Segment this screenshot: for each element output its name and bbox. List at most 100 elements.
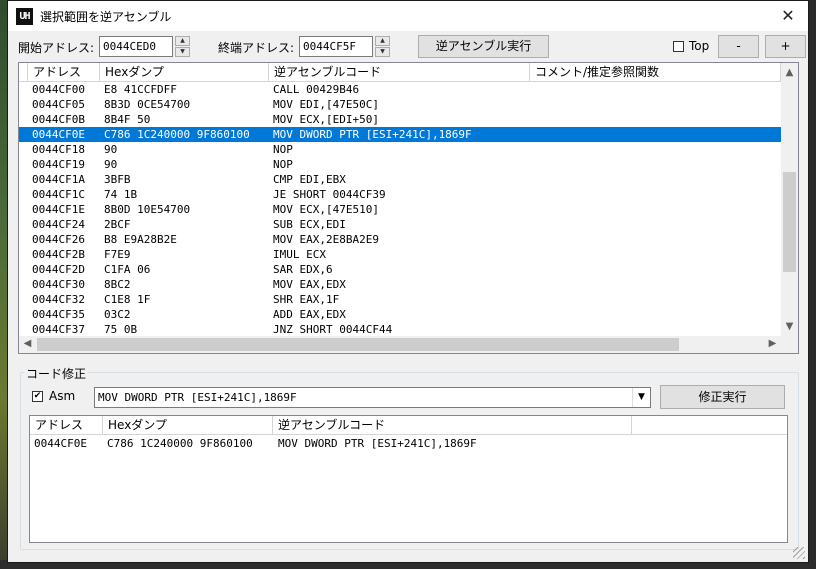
scroll-up-arrow[interactable]: ▲ [781,65,798,81]
code-input-value[interactable]: MOV DWORD PTR [ESI+241C],1869F [98,388,297,407]
address-cell: 0044CF24 [32,218,85,231]
hex-cell: C786 1C240000 9F860100 [104,128,250,141]
result-column-header-disasm[interactable]: 逆アセンブルコード [273,416,632,434]
result-list-header: アドレス Hexダンプ 逆アセンブルコード [30,416,787,435]
column-header-hex[interactable]: Hexダンプ [100,63,269,81]
column-header-comment[interactable]: コメント/推定参照関数 [530,63,781,81]
scroll-left-arrow[interactable]: ◀ [19,336,36,352]
address-cell: 0044CF35 [32,308,85,321]
resize-grip[interactable] [793,547,805,559]
asm-checkbox[interactable]: ✔ [32,391,43,402]
disasm-cell: CMP EDI,EBX [273,173,346,186]
code-edit-group-title: コード修正 [24,365,89,382]
column-header-disasm[interactable]: 逆アセンブルコード [269,63,530,81]
table-row[interactable]: 0044CF0B 8B4F 50 MOV ECX,[EDI+50] [19,112,781,127]
disassembly-list-header: アドレス Hexダンプ 逆アセンブルコード コメント/推定参照関数 [19,63,781,82]
table-row[interactable]: 0044CF1A 3BFB CMP EDI,EBX [19,172,781,187]
disasm-cell: MOV EAX,EDX [273,278,346,291]
hex-cell: 3BFB [104,173,131,186]
table-row[interactable]: 0044CF0E C786 1C240000 9F860100 MOV DWORD … [19,127,781,142]
code-input-combobox[interactable]: MOV DWORD PTR [ESI+241C],1869F ▼ [94,387,651,408]
table-row[interactable]: 0044CF1C 74 1B JE SHORT 0044CF39 [19,187,781,202]
hex-cell: 90 [104,143,118,156]
end-address-spinner: 0044CF5F ▲ ▼ [299,36,392,57]
disasm-cell: NOP [273,143,293,156]
result-list[interactable]: アドレス Hexダンプ 逆アセンブルコード 0044CF0E C786 1C240… [29,415,788,543]
hex-cell: C1E8 1F [104,293,151,306]
start-spin-up-button[interactable]: ▲ [175,36,190,46]
hex-cell: C1FA 06 [104,263,151,276]
vertical-scrollbar[interactable]: ▲ ▼ [781,63,798,336]
disasm-cell: ADD EAX,EDX [273,308,346,321]
disasm-cell: SUB ECX,EDI [273,218,346,231]
end-spin-up-button[interactable]: ▲ [375,36,390,46]
table-row[interactable]: 0044CF37 75 0B JNZ SHORT 0044CF44 [19,322,781,337]
hex-cell: 74 1B [104,188,138,201]
end-address-label: 終端アドレス: [218,41,295,55]
address-cell: 0044CF18 [32,143,85,156]
table-row[interactable]: 0044CF2D C1FA 06 SAR EDX,6 [19,262,781,277]
chevron-down-icon[interactable]: ▼ [632,388,650,407]
table-row[interactable]: 0044CF26 B8 E9A28B2E MOV EAX,2E8BA2E9 [19,232,781,247]
apply-fix-button[interactable]: 修正実行 [660,385,785,409]
hex-cell: 75 0B [104,323,138,336]
address-cell: 0044CF1C [32,188,85,201]
result-column-header-address[interactable]: アドレス [30,416,103,434]
disasm-cell: MOV EDI,[47E50C] [273,98,379,111]
start-spin-down-button[interactable]: ▼ [175,47,190,57]
table-row[interactable]: 0044CF35 03C2 ADD EAX,EDX [19,307,781,322]
disasm-cell: MOV ECX,[47E510] [273,203,379,216]
column-header-address[interactable]: アドレス [28,63,100,81]
table-row[interactable]: 0044CF19 90 NOP [19,157,781,172]
table-row[interactable]: 0044CF00 E8 41CCFDFF CALL 00429B46 [19,82,781,97]
table-row[interactable]: 0044CF30 8BC2 MOV EAX,EDX [19,277,781,292]
scroll-corner [781,336,798,353]
end-spin-down-button[interactable]: ▼ [375,47,390,57]
top-checkbox[interactable] [673,41,684,52]
plus-button[interactable]: + [765,35,806,58]
disasm-cell: NOP [273,158,293,171]
table-row[interactable]: 0044CF32 C1E8 1F SHR EAX,1F [19,292,781,307]
disasm-cell: CALL 00429B46 [273,83,360,96]
table-row[interactable]: 0044CF24 2BCF SUB ECX,EDI [19,217,781,232]
horizontal-scroll-thumb[interactable] [37,338,679,351]
horizontal-scrollbar[interactable]: ◀ ▶ [19,336,781,353]
app-icon: UH [16,8,33,25]
title-bar: UH 選択範囲を逆アセンブル ✕ [8,1,808,31]
close-button[interactable]: ✕ [768,1,808,31]
disasm-cell: MOV ECX,[EDI+50] [273,113,379,126]
scroll-right-arrow[interactable]: ▶ [764,336,781,352]
scroll-down-arrow[interactable]: ▼ [781,319,798,335]
address-cell: 0044CF1E [32,203,85,216]
disassemble-dialog: UH 選択範囲を逆アセンブル ✕ 開始アドレス: 0044CED0 ▲ ▼ 終端… [7,0,809,563]
hex-cell: F7E9 [104,248,131,261]
table-row[interactable]: 0044CF1E 8B0D 10E54700 MOV ECX,[47E510] [19,202,781,217]
hex-cell: 8B4F 50 [104,113,151,126]
result-address-cell: 0044CF0E [34,437,87,450]
result-disasm-cell: MOV DWORD PTR [ESI+241C],1869F [278,437,477,450]
hex-cell: 03C2 [104,308,131,321]
result-hex-cell: C786 1C240000 9F860100 [107,437,253,450]
disasm-cell: JE SHORT 0044CF39 [273,188,386,201]
result-row[interactable]: 0044CF0E C786 1C240000 9F860100 MOV DWORD … [30,436,787,451]
start-address-label: 開始アドレス: [18,41,95,55]
start-address-spinner: 0044CED0 ▲ ▼ [99,36,192,57]
table-row[interactable]: 0044CF2B F7E9 IMUL ECX [19,247,781,262]
address-cell: 0044CF19 [32,158,85,171]
address-cell: 0044CF37 [32,323,85,336]
table-row[interactable]: 0044CF18 90 NOP [19,142,781,157]
end-address-input[interactable]: 0044CF5F [299,36,373,57]
address-cell: 0044CF26 [32,233,85,246]
start-address-input[interactable]: 0044CED0 [99,36,173,57]
asm-label: Asm [49,389,76,403]
vertical-scroll-thumb[interactable] [783,172,796,272]
minus-button[interactable]: - [718,35,759,58]
result-column-header-extra[interactable] [632,416,787,434]
disassemble-button[interactable]: 逆アセンブル実行 [418,35,549,58]
table-row[interactable]: 0044CF05 8B3D 0CE54700 MOV EDI,[47E50C] [19,97,781,112]
disasm-cell: MOV DWORD PTR [ESI+241C],1869F [273,128,472,141]
result-column-header-hex[interactable]: Hexダンプ [103,416,273,434]
address-cell: 0044CF32 [32,293,85,306]
disassembly-list[interactable]: アドレス Hexダンプ 逆アセンブルコード コメント/推定参照関数 0044CF… [18,62,799,354]
hex-cell: E8 41CCFDFF [104,83,177,96]
